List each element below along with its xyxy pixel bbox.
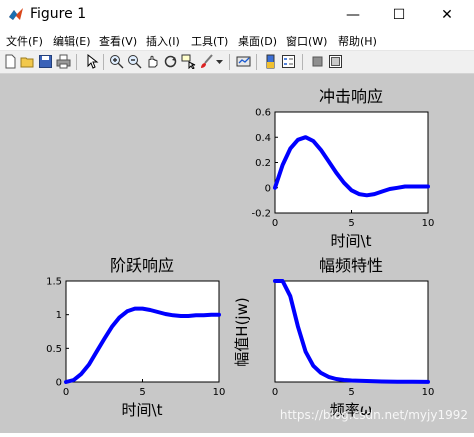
toolbar-separator xyxy=(256,54,257,70)
new-figure-icon[interactable] xyxy=(3,54,18,69)
impulse-response-subplot: 冲击响应 时间\t 0 5 10-0.200.20.40.6 xyxy=(251,87,434,250)
x-tick-label: 10 xyxy=(422,387,435,398)
menu-insert[interactable]: 插入(I) xyxy=(146,33,180,49)
x-tick-label: 10 xyxy=(213,387,226,398)
menu-window[interactable]: 窗口(W) xyxy=(286,33,327,49)
brush-dropdown-icon[interactable] xyxy=(215,54,224,69)
insert-colorbar-icon[interactable] xyxy=(263,54,278,69)
x-tick-label: 0 xyxy=(272,387,278,398)
y-tick-label: -0.2 xyxy=(251,209,271,220)
toolbar-separator xyxy=(302,54,303,70)
menu-bar: 文件(F) 编辑(E) 查看(V) 插入(I) 工具(T) 桌面(D) 窗口(W… xyxy=(0,30,474,51)
maximize-button[interactable]: ☐ xyxy=(376,0,422,30)
pan-icon[interactable] xyxy=(145,54,160,69)
y-tick-label: 1.5 xyxy=(46,277,62,288)
magnitude-frequency-subplot: 幅频特性 频率ω 幅值H(jw) 0 5 10 xyxy=(233,256,434,419)
chart-title: 幅频特性 xyxy=(319,256,383,275)
close-button[interactable]: ✕ xyxy=(424,0,470,30)
menu-edit[interactable]: 编辑(E) xyxy=(53,33,91,49)
chart-title: 冲击响应 xyxy=(319,87,383,106)
y-tick-label: 0.2 xyxy=(255,158,271,169)
chart-title: 阶跃响应 xyxy=(110,256,174,275)
x-tick-label: 5 xyxy=(139,387,145,398)
window-title: Figure 1 xyxy=(30,6,87,22)
x-axis-label: 时间\t xyxy=(122,401,163,419)
save-icon[interactable] xyxy=(38,54,53,69)
step-response-subplot: 阶跃响应 时间\t 0 5 10 0 0.5 1 1.5 xyxy=(46,256,225,419)
data-cursor-icon[interactable] xyxy=(181,54,196,69)
watermark-text: https://blog.csdn.net/myjy1992 xyxy=(280,408,468,422)
figure-canvas: 冲击响应 时间\t 0 5 10 -0.2 0 0.2 0.4 0.6 阶跃响应 时间\t 0… xyxy=(0,74,474,433)
x-tick-label: 0 xyxy=(272,218,278,229)
title-bar: Figure 1 — ☐ ✕ xyxy=(0,0,474,30)
zoom-in-icon[interactable] xyxy=(109,54,124,69)
axes-box[interactable] xyxy=(274,111,429,214)
open-file-icon[interactable] xyxy=(20,54,35,69)
toolbar-separator xyxy=(76,54,77,70)
menu-tools[interactable]: 工具(T) xyxy=(191,33,228,49)
x-tick-label: 5 xyxy=(348,387,354,398)
show-plot-tools-icon[interactable] xyxy=(328,54,343,69)
pointer-icon[interactable] xyxy=(84,54,99,69)
y-tick-label: 0.5 xyxy=(46,344,62,355)
zoom-out-icon[interactable] xyxy=(127,54,142,69)
menu-desktop[interactable]: 桌面(D) xyxy=(238,33,277,49)
y-tick-label: 0.6 xyxy=(255,108,271,119)
x-tick-label: 10 xyxy=(422,218,435,229)
toolbar-separator xyxy=(103,54,104,70)
x-tick-label: 5 xyxy=(348,218,354,229)
hide-plot-tools-icon[interactable] xyxy=(310,54,325,69)
link-plot-icon[interactable] xyxy=(236,54,251,69)
y-tick-label: 1 xyxy=(56,310,62,321)
menu-help[interactable]: 帮助(H) xyxy=(338,33,377,49)
toolbar xyxy=(0,51,474,74)
y-axis-label: 幅值H(jw) xyxy=(233,297,251,366)
y-tick-label: 0.4 xyxy=(255,133,271,144)
matlab-logo-icon xyxy=(9,8,23,20)
x-tick-label: 0 xyxy=(63,387,69,398)
menu-file[interactable]: 文件(F) xyxy=(6,33,43,49)
minimize-button[interactable]: — xyxy=(330,0,376,30)
y-tick-label: 0 xyxy=(56,378,62,389)
plots-svg: 冲击响应 时间\t 0 5 10-0.200.20.40.6 阶跃响应 时间\t 0… xyxy=(46,87,468,422)
brush-icon[interactable] xyxy=(199,54,214,69)
toolbar-separator xyxy=(229,54,230,70)
y-tick-label: 0 xyxy=(265,183,271,194)
rotate-3d-icon[interactable] xyxy=(163,54,178,69)
print-icon[interactable] xyxy=(56,54,71,69)
menu-view[interactable]: 查看(V) xyxy=(99,33,137,49)
insert-legend-icon[interactable] xyxy=(281,54,296,69)
x-axis-label: 时间\t xyxy=(331,232,372,250)
